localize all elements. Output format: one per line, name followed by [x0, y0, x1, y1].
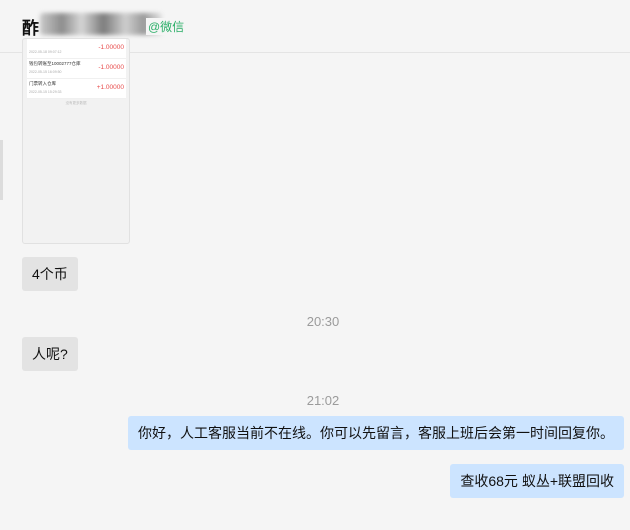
message-bubble-incoming[interactable]: 4个币: [22, 257, 78, 291]
message-bubble-outgoing[interactable]: 你好，人工客服当前不在线。你可以先留言，客服上班后会第一时间回复你。: [128, 416, 624, 450]
record-amount: +1.00000: [96, 84, 124, 91]
list-end-note: 没有更多数据: [65, 101, 87, 105]
chat-title[interactable]: 酢: [22, 14, 39, 39]
message-bubble-incoming[interactable]: 人呢?: [22, 337, 78, 371]
left-panel-edge: [0, 140, 3, 200]
list-item: 钱包转账至10002777仓库 2022-05-15 16:09:50 -1.0…: [27, 59, 126, 79]
record-name: 门票转入仓库: [29, 81, 56, 86]
record-amount: -1.00000: [98, 44, 124, 51]
record-name: 钱包转账至10002777仓库: [29, 61, 81, 66]
redacted-name: [40, 13, 162, 35]
record-list: 2022-05-18 09:07:12 -1.00000 钱包转账至100027…: [27, 39, 126, 99]
wechat-tag: @微信: [146, 18, 185, 35]
record-amount: -1.00000: [98, 64, 124, 71]
message-timestamp: 21:02: [306, 393, 340, 408]
message-timestamp: 20:30: [306, 314, 340, 329]
message-bubble-outgoing[interactable]: 查收68元 蚁丛+联盟回收: [450, 464, 624, 498]
list-item: 门票转入仓库 2022-05-15 15:29:33 +1.00000: [27, 79, 126, 99]
record-time: 2022-05-18 09:07:12: [29, 50, 62, 54]
image-message[interactable]: 2022-05-18 09:07:12 -1.00000 钱包转账至100027…: [22, 38, 130, 244]
record-time: 2022-05-15 15:29:33: [29, 90, 62, 94]
list-item: 2022-05-18 09:07:12 -1.00000: [27, 39, 126, 59]
record-time: 2022-05-15 16:09:50: [29, 70, 62, 74]
